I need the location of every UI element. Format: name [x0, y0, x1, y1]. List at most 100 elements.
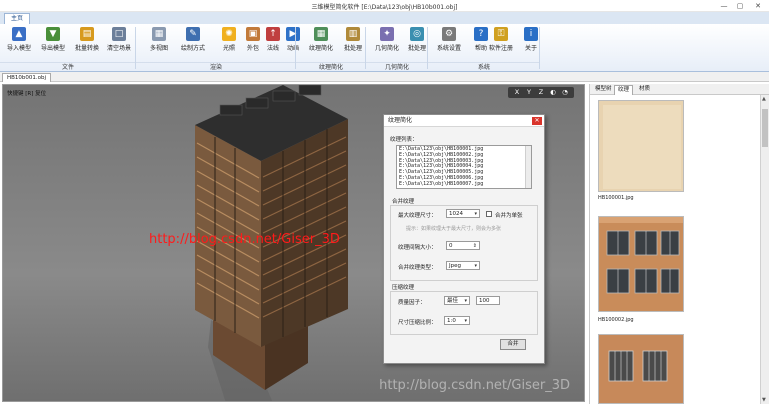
ribbon-group-label: 文件: [0, 62, 136, 71]
window-title: 三维模型简化软件 [E:\Data\123\obj\HB10b001.obj]: [311, 4, 458, 11]
max-size-select[interactable]: 1024 ▾: [446, 209, 480, 218]
texture-thumbnail-3[interactable]: [598, 334, 684, 404]
ribbon-button-label: 动画: [286, 45, 299, 52]
texture-simplify-icon: ▦: [314, 27, 328, 41]
texture-list-item[interactable]: E:\Data\123\obj\HB100007.jpg: [399, 181, 529, 188]
gap-size-label: 纹理间隔大小：: [398, 245, 437, 251]
quality-value: 最佳: [447, 298, 459, 304]
ribbon-button-label: 几何简化: [374, 45, 399, 52]
ribbon-button-label: 导出模型: [40, 45, 65, 52]
chevron-down-icon: ▾: [474, 263, 477, 269]
merge-single-label: 合并为单张: [495, 213, 523, 219]
export-model-icon: ▼: [46, 27, 60, 41]
document-tab-strip: HB10b001.obj: [0, 72, 769, 82]
tab-texture[interactable]: 纹理: [614, 85, 634, 95]
spinner-arrows-icon: ⇕: [472, 243, 477, 249]
chevron-down-icon: ▾: [464, 318, 467, 324]
clear-scene-icon: □: [112, 27, 126, 41]
compress-section-title: 压缩纹理: [392, 285, 415, 291]
multi-view-icon: ▦: [152, 27, 166, 41]
merge-type-select[interactable]: Jpeg ▾: [446, 261, 480, 270]
max-size-label: 最大纹理尺寸：: [398, 213, 437, 219]
side-panel-tabs: 模型树 纹理 材质: [590, 84, 769, 95]
scroll-up-icon[interactable]: ▲: [762, 96, 766, 102]
register-icon: ⚿: [494, 27, 508, 41]
ribbon-button-label: 批处理: [343, 45, 362, 52]
ribbon-button-export-model[interactable]: ▼ 导出模型: [38, 27, 68, 61]
merge-button[interactable]: 合并: [500, 339, 526, 350]
import-model-icon: ▲: [12, 27, 26, 41]
maximize-button[interactable]: ▢: [733, 1, 747, 11]
texture-caption-2: HB100002.jpg: [598, 317, 634, 323]
merge-type-value: Jpeg: [449, 263, 461, 269]
animation-icon: ▶: [286, 27, 300, 41]
gap-size-spinner[interactable]: 0 ⇕: [446, 241, 480, 250]
batch-texture-icon: ▥: [346, 27, 360, 41]
ribbon-button-clear-scene[interactable]: □ 清空场景: [104, 27, 134, 61]
batch-convert-icon: ▤: [80, 27, 94, 41]
texture-list-label: 纹理列表：: [390, 137, 418, 143]
tab-material[interactable]: 材质: [636, 85, 653, 95]
ribbon-button-label: 导入模型: [6, 45, 31, 52]
dialog-close-icon[interactable]: ✕: [532, 117, 542, 125]
ribbon-separator: [539, 27, 540, 69]
minimize-button[interactable]: —: [717, 1, 731, 11]
close-window-button[interactable]: ✕: [751, 1, 765, 11]
merge-type-label: 合并纹理类型：: [398, 265, 437, 271]
merge-single-checkbox[interactable]: [486, 211, 492, 217]
ribbon-button-label: 多视图: [149, 45, 168, 52]
scroll-down-icon[interactable]: ▼: [762, 397, 766, 403]
texture-caption-1: HB100001.jpg: [598, 195, 634, 201]
chevron-down-icon: ▾: [474, 211, 477, 217]
document-tab[interactable]: HB10b001.obj: [2, 73, 52, 82]
ribbon-button-batch-convert[interactable]: ▤ 批量转换: [72, 27, 102, 61]
ribbon-button-label: 软件注册: [488, 45, 513, 52]
side-panel: 模型树 纹理 材质 HB100001.jpg HB100002.jpg ▲ ▼: [589, 84, 769, 404]
ribbon-button-label: 系统设置: [436, 45, 461, 52]
ribbon-button-geometry-simplify[interactable]: ✦ 几何简化: [372, 27, 402, 61]
ribbon-button-label: 绘制方式: [180, 45, 205, 52]
geometry-simplify-icon: ✦: [380, 27, 394, 41]
ribbon-group-label: 纹理简化: [296, 62, 366, 71]
ribbon-button-label: 光照: [222, 45, 235, 52]
ratio-select[interactable]: 1:0 ▾: [444, 316, 470, 325]
texture-listbox[interactable]: E:\Data\123\obj\HB100001.jpg E:\Data\123\…: [396, 145, 532, 189]
ribbon-button-label: 关于: [524, 45, 537, 52]
quality-number-input[interactable]: 100: [476, 296, 500, 305]
dialog-title: 纹理简化: [384, 115, 544, 127]
ribbon-group-label: 几何简化: [366, 62, 428, 71]
settings-icon: ⚙: [442, 27, 456, 41]
ratio-value: 1:0: [447, 318, 456, 324]
scroll-thumb[interactable]: [762, 109, 768, 147]
texture-thumbnail-1[interactable]: [598, 100, 684, 192]
ribbon: ▲ 导入模型 ▼ 导出模型 ▤ 批量转换 □ 清空场景 ▦ 多视图 ✎ 绘制方式 ✺ 光照 ▣ 外包 ↑ 法线 ▶ 动…: [0, 24, 769, 72]
max-size-hint: 提示：如果纹理大于最大尺寸，则会为多张: [406, 226, 502, 232]
tab-model-tree[interactable]: 模型树: [592, 85, 615, 95]
side-panel-scrollbar[interactable]: ▲ ▼: [760, 95, 769, 404]
quality-select[interactable]: 最佳 ▾: [444, 296, 470, 305]
tab-home[interactable]: 主页: [4, 13, 31, 24]
ribbon-button-texture-simplify[interactable]: ▦ 纹理简化: [306, 27, 336, 61]
texture-simplify-dialog: 纹理简化 ✕ 纹理列表： E:\Data\123\obj\HB100001.jp…: [383, 114, 545, 364]
ribbon-tab-strip: 主页: [0, 12, 769, 24]
ribbon-button-draw-mode[interactable]: ✎ 绘制方式: [178, 27, 208, 61]
batch-geometry-icon: ◎: [410, 27, 424, 41]
ribbon-button-settings[interactable]: ⚙ 系统设置: [434, 27, 464, 61]
window-titlebar: 三维模型简化软件 [E:\Data\123\obj\HB10b001.obj] …: [0, 0, 769, 12]
gap-size-value: 0: [449, 243, 453, 249]
ratio-label: 尺寸压缩比例：: [398, 320, 437, 326]
about-icon: i: [524, 27, 538, 41]
quality-label: 质量因子：: [398, 300, 426, 306]
listbox-scrollbar[interactable]: [525, 146, 531, 188]
lighting-icon: ✺: [222, 27, 236, 41]
ribbon-button-animation[interactable]: ▶ 动画: [278, 27, 308, 61]
ribbon-button-multi-view[interactable]: ▦ 多视图: [144, 27, 174, 61]
ribbon-button-register[interactable]: ⚿ 软件注册: [486, 27, 516, 61]
texture-thumbnail-2[interactable]: [598, 216, 684, 312]
ribbon-button-import-model[interactable]: ▲ 导入模型: [4, 27, 34, 61]
max-size-value: 1024: [449, 211, 463, 217]
ribbon-group-label: 系统: [428, 62, 540, 71]
blog-watermark: http://blog.csdn.net/Giser_3D: [149, 232, 340, 247]
ribbon-button-batch-texture[interactable]: ▥ 批处理: [338, 27, 368, 61]
ribbon-button-about[interactable]: i 关于: [516, 27, 546, 61]
